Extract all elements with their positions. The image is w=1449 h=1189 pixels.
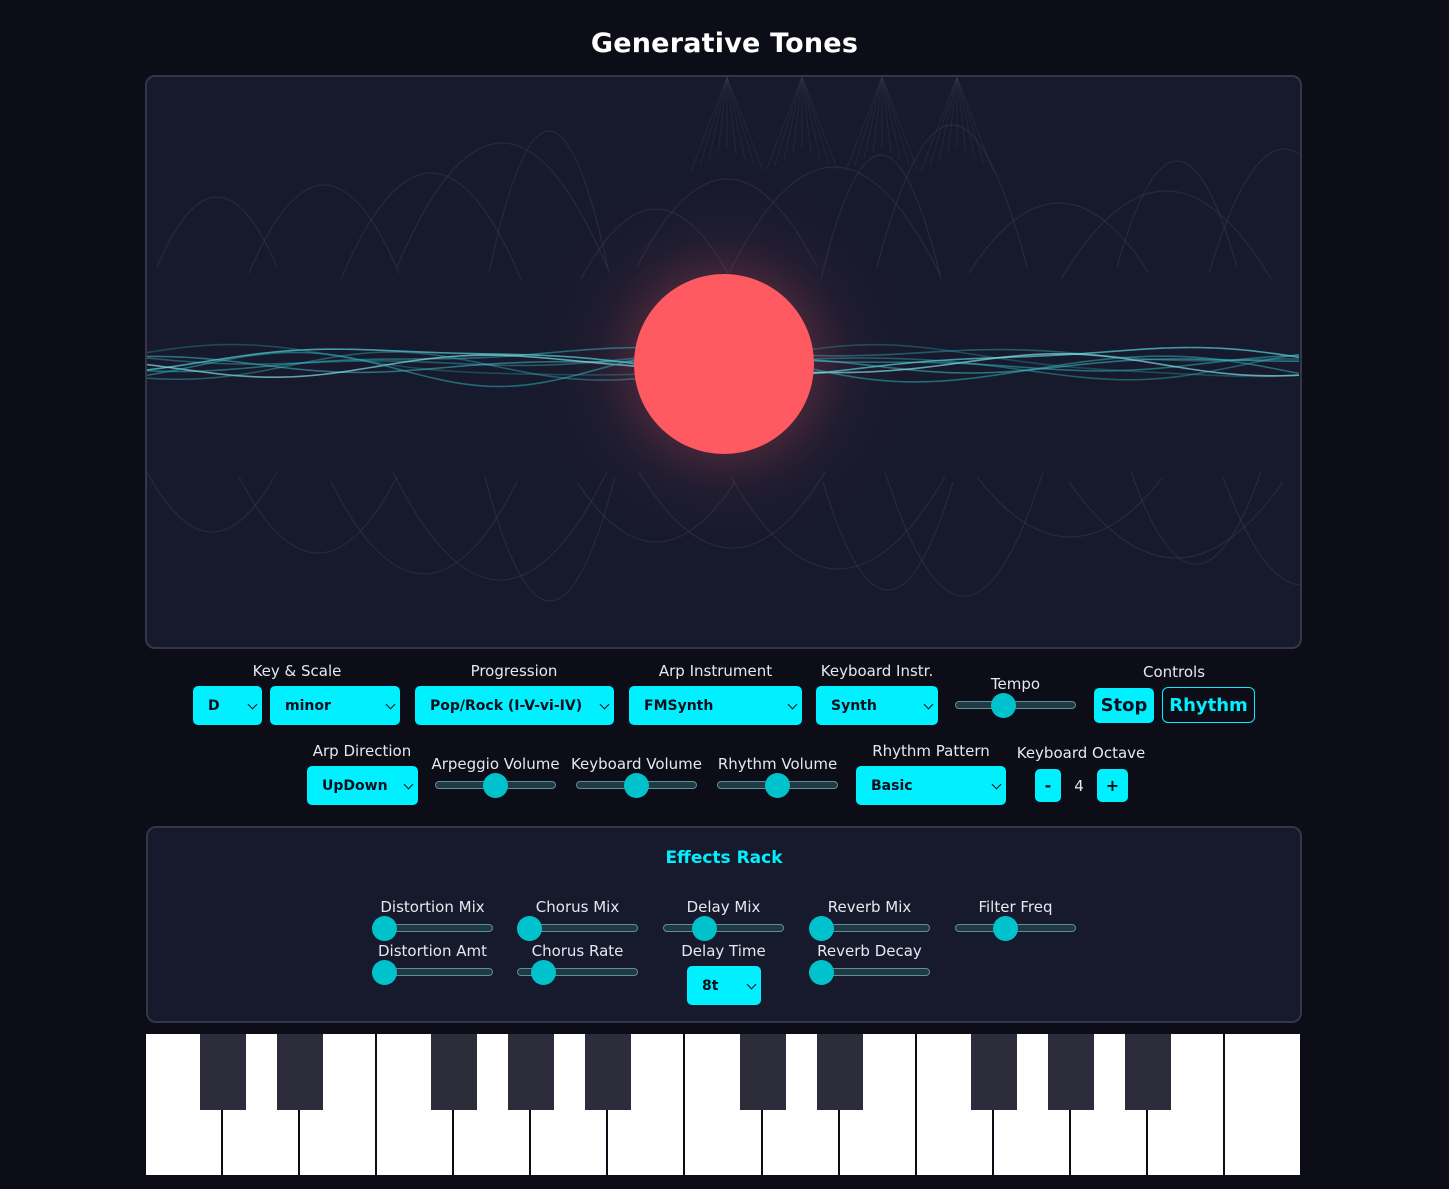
progression-select[interactable]: Pop/Rock (I-V-vi-IV) [415,686,614,725]
delay-time-select[interactable]: 8t [687,966,761,1005]
piano-black-key[interactable] [1124,1034,1171,1110]
reverb-decay-label: Reverb Decay [817,942,922,960]
tempo-slider[interactable] [955,693,1076,719]
arp-direction-label: Arp Direction [312,742,412,760]
rhythm-pattern-label: Rhythm Pattern [872,742,990,760]
chevron-down-icon [991,779,1002,789]
slider-thumb[interactable] [809,916,834,941]
chevron-down-icon [403,779,414,789]
octave-value: 4 [1074,777,1084,795]
delay-mix-label: Delay Mix [686,898,761,916]
piano-black-key[interactable] [739,1034,786,1110]
slider-track [663,924,784,932]
reverb-decay-slider[interactable] [809,960,930,986]
slider-thumb[interactable] [483,773,508,798]
chevron-down-icon [385,699,396,709]
delay-time-label: Delay Time [681,942,766,960]
octave-down-button[interactable]: - [1035,769,1061,802]
key-select[interactable]: D [193,686,262,725]
piano-black-key[interactable] [1047,1034,1094,1110]
stop-button[interactable]: Stop [1094,688,1154,723]
app-title: Generative Tones [590,28,859,59]
piano-black-key[interactable] [816,1034,863,1110]
keyboard-instr-label: Keyboard Instr. [820,662,934,680]
scale-select-value: minor [285,697,331,714]
reverb-mix-label: Reverb Mix [827,898,912,916]
keyboard-volume-slider[interactable] [576,773,697,799]
slider-thumb[interactable] [372,960,397,985]
distortion-amt-label: Distortion Amt [377,942,487,960]
distortion-amt-slider[interactable] [372,960,493,986]
keyboard-octave-label: Keyboard Octave [1016,744,1146,762]
progression-select-value: Pop/Rock (I-V-vi-IV) [430,697,583,714]
chorus-rate-slider[interactable] [517,960,638,986]
arpeggio-volume-slider[interactable] [435,773,556,799]
piano-black-key[interactable] [277,1034,324,1110]
delay-time-select-value: 8t [702,977,719,994]
effects-rack-title: Effects Rack [665,848,783,868]
piano-white-key[interactable] [1224,1034,1300,1175]
slider-thumb[interactable] [531,960,557,985]
visualizer-canvas [145,75,1302,649]
scale-select[interactable]: minor [270,686,400,725]
piano-black-key[interactable] [585,1034,632,1110]
slider-thumb[interactable] [990,693,1016,718]
key-select-value: D [208,697,220,714]
background-spikes [690,77,994,172]
piano-black-key[interactable] [431,1034,478,1110]
chorus-mix-label: Chorus Mix [535,898,620,916]
progression-label: Progression [470,662,558,680]
tempo-label: Tempo [990,675,1041,693]
distortion-mix-label: Distortion Mix [380,898,485,916]
reverb-mix-slider[interactable] [809,916,930,942]
controls-label: Controls [1142,663,1206,681]
arpeggio-volume-label: Arpeggio Volume [431,755,560,773]
arp-direction-select[interactable]: UpDown [307,766,418,805]
piano-black-key[interactable] [200,1034,247,1110]
keyboard-instr-select[interactable]: Synth [816,686,938,725]
rhythm-volume-label: Rhythm Volume [717,755,838,773]
chevron-down-icon [787,699,798,709]
rhythm-volume-slider[interactable] [717,773,838,799]
slider-thumb[interactable] [624,773,649,798]
chorus-mix-slider[interactable] [517,916,638,942]
visualizer-graphic [147,77,1300,602]
chevron-down-icon [247,699,258,709]
slider-thumb[interactable] [372,916,397,941]
piano-black-key[interactable] [508,1034,555,1110]
arp-instrument-select-value: FMSynth [644,697,714,714]
slider-thumb[interactable] [993,916,1019,941]
slider-thumb[interactable] [765,773,790,798]
rhythm-pattern-select[interactable]: Basic [856,766,1006,805]
arp-instrument-select[interactable]: FMSynth [629,686,802,725]
rhythm-button[interactable]: Rhythm [1162,687,1255,723]
rhythm-pattern-select-value: Basic [871,777,913,794]
chorus-rate-label: Chorus Rate [531,942,624,960]
key-scale-label: Key & Scale [252,662,342,680]
piano-black-key[interactable] [970,1034,1017,1110]
arp-direction-select-value: UpDown [322,777,388,794]
slider-thumb[interactable] [809,960,834,985]
piano-keyboard [146,1034,1302,1175]
chevron-down-icon [746,979,757,989]
arp-instrument-label: Arp Instrument [658,662,773,680]
chevron-down-icon [599,699,610,709]
distortion-mix-slider[interactable] [372,916,493,942]
chevron-down-icon [923,699,934,709]
keyboard-volume-label: Keyboard Volume [570,755,703,773]
octave-up-button[interactable]: + [1097,769,1128,802]
orb [634,274,814,454]
slider-thumb[interactable] [691,916,717,941]
filter-freq-slider[interactable] [955,916,1076,942]
filter-freq-label: Filter Freq [978,898,1053,916]
delay-mix-slider[interactable] [663,916,784,942]
slider-thumb[interactable] [517,916,542,941]
keyboard-instr-select-value: Synth [831,697,877,714]
